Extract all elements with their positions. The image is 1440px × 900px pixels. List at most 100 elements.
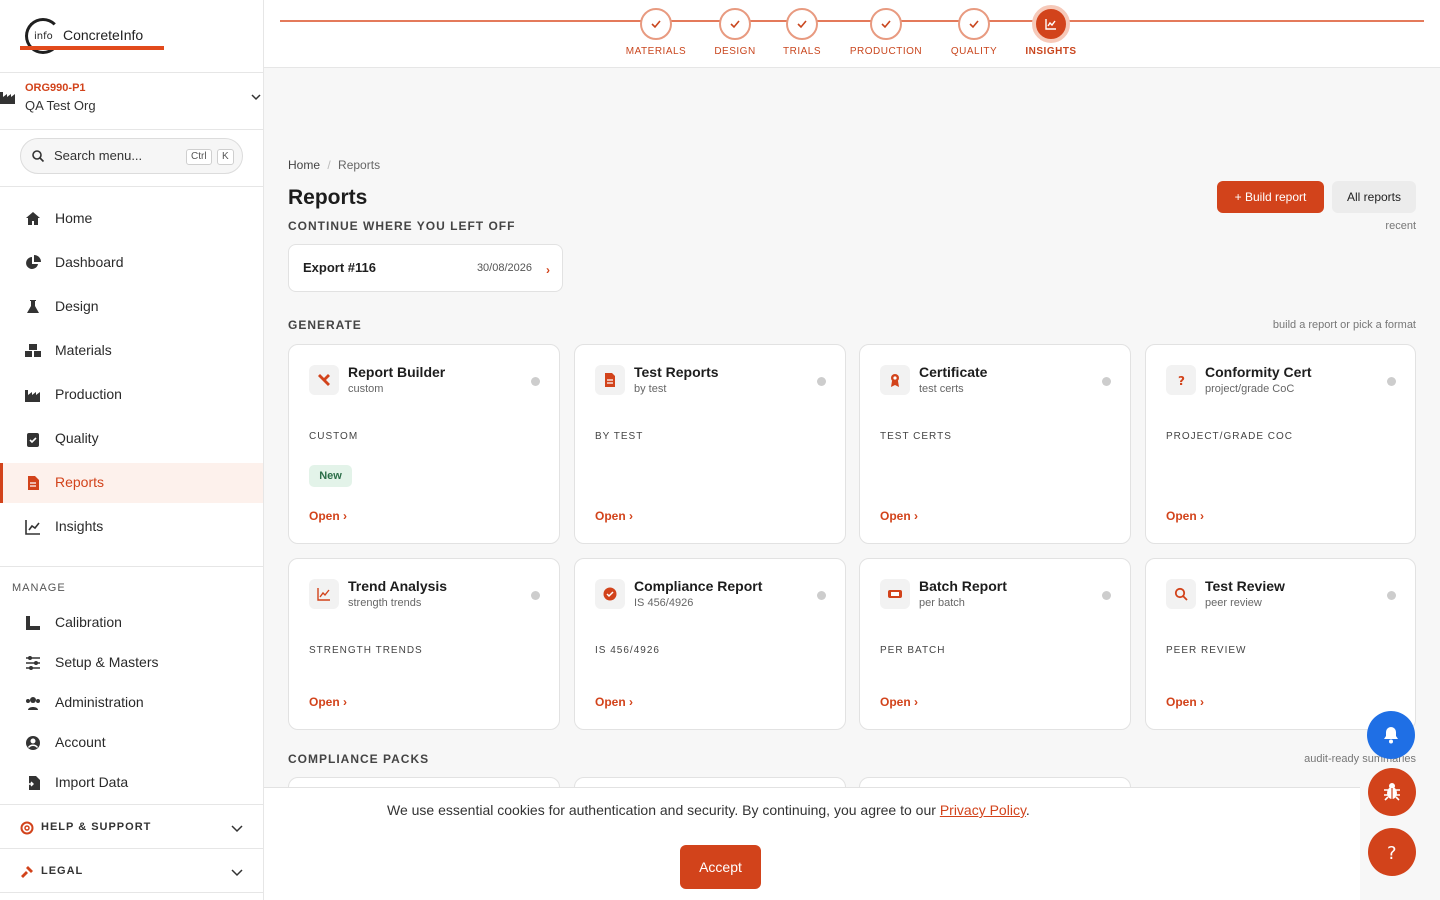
card-title: Compliance Report [634,578,763,594]
card-open-link[interactable]: Open › [880,509,918,523]
bell-icon [1384,727,1398,744]
line-chart-icon [25,520,40,535]
report-card-compliance-report[interactable]: Compliance Report IS 456/4926 IS 456/492… [574,558,846,730]
card-caption: PROJECT/GRADE COC [1166,431,1294,442]
divider [0,186,263,187]
step-materials[interactable]: MATERIALS [616,8,696,64]
sidebar-item-production[interactable]: Production [0,375,263,415]
report-card-batch-report[interactable]: Batch Report per batch PER BATCH Open › [859,558,1131,730]
page-title: Reports [288,186,368,209]
help-button[interactable]: ? [1368,828,1416,876]
user-circle-icon [26,736,40,750]
card-open-link[interactable]: Open › [309,695,347,709]
sidebar: info ConcreteInfo ORG990-P1 QA Test Org … [0,0,264,900]
card-subtitle: project/grade CoC [1205,383,1295,395]
sidebar-item-design[interactable]: Design [0,287,263,327]
sidebar-item-label: Account [55,734,106,750]
cookie-text-end: . [1025,802,1030,818]
sidebar-item-setup-masters[interactable]: Setup & Masters [0,643,263,683]
sidebar-item-label: Import Data [55,774,129,790]
bug-icon [1384,783,1400,801]
card-subtitle: strength trends [348,597,422,609]
card-title: Report Builder [348,364,446,380]
sidebar-item-insights[interactable]: Insights [0,507,263,547]
step-quality[interactable]: QUALITY [934,8,1014,64]
sidebar-item-label: Reports [55,474,105,490]
sidebar-item-administration[interactable]: Administration [0,683,263,723]
generate-section-label: GENERATE [288,318,362,332]
kbd-ctrl: Ctrl [186,149,212,165]
recent-item[interactable]: Export #116 30/08/2026 › [288,244,563,292]
check-icon [881,20,891,29]
step-trials[interactable]: TRIALS [762,8,842,64]
card-subtitle: per batch [919,597,965,609]
chevron-down-icon [231,825,243,833]
home-icon [26,212,40,225]
help-support-toggle[interactable]: HELP & SUPPORT [0,808,263,848]
breadcrumb-home[interactable]: Home [288,158,320,172]
org-switcher[interactable]: ORG990-P1 QA Test Org [0,80,263,120]
sidebar-item-calibration[interactable]: Calibration [0,603,263,643]
report-card-test-review[interactable]: Test Review peer review PEER REVIEW Open… [1145,558,1416,730]
build-report-button[interactable]: + Build report [1217,181,1324,213]
line-chart-icon [1045,19,1056,30]
report-card-trend-analysis[interactable]: Trend Analysis strength trends STRENGTH … [288,558,560,730]
gavel-icon [21,866,33,878]
build-report-label: Build report [1244,190,1307,204]
step-dot [719,8,751,40]
privacy-policy-link[interactable]: Privacy Policy [940,802,1026,818]
award-icon [880,365,910,395]
step-dot [1032,5,1070,43]
report-card-report-builder[interactable]: Report Builder custom CUSTOM New Open › [288,344,560,544]
report-card-certificate[interactable]: Certificate test certs TEST CERTS Open › [859,344,1131,544]
check-icon [730,20,740,29]
step-production[interactable]: PRODUCTION [846,8,926,64]
status-dot [1102,377,1111,386]
sidebar-item-home[interactable]: Home [0,199,263,239]
accept-cookies-button[interactable]: Accept [680,845,761,889]
card-subtitle: test certs [919,383,964,395]
sidebar-item-label: Home [55,210,93,226]
sidebar-item-quality[interactable]: Quality [0,419,263,459]
logo-mark-text: info [34,31,53,42]
status-dot [1387,591,1396,600]
sidebar-item-materials[interactable]: Materials [0,331,263,371]
sidebar-item-import-data[interactable]: Import Data [0,763,263,803]
sidebar-item-label: Materials [55,342,112,358]
sidebar-item-label: Quality [55,430,99,446]
card-open-link[interactable]: Open › [595,695,633,709]
step-label: PRODUCTION [849,46,923,57]
status-dot [817,377,826,386]
report-card-conformity-cert[interactable]: ? Conformity Cert project/grade CoC PROJ… [1145,344,1416,544]
search-menu-input[interactable]: Search menu... Ctrl K [20,138,243,174]
divider [0,72,263,73]
card-open-link[interactable]: Open › [595,509,633,523]
card-open-link[interactable]: Open › [880,695,918,709]
sidebar-item-account[interactable]: Account [0,723,263,763]
card-open-link[interactable]: Open › [1166,509,1204,523]
legal-toggle[interactable]: LEGAL [0,852,263,892]
report-card-test-reports[interactable]: Test Reports by test BY TEST Open › [574,344,846,544]
card-title: Conformity Cert [1205,364,1312,380]
status-dot [1102,591,1111,600]
card-open-link[interactable]: Open › [309,509,347,523]
sidebar-item-reports[interactable]: Reports [0,463,263,503]
card-caption: BY TEST [595,431,644,442]
recent-item-name: Export #116 [303,260,376,275]
new-badge: New [309,465,352,487]
brand-logo[interactable]: info ConcreteInfo [20,18,164,54]
divider [0,848,263,849]
notifications-button[interactable] [1367,711,1415,759]
clipboard-check-icon [27,433,39,447]
report-bug-button[interactable] [1368,768,1416,816]
card-title: Certificate [919,364,988,380]
plus-icon: + [1234,190,1242,204]
status-dot [817,591,826,600]
sidebar-item-dashboard[interactable]: Dashboard [0,243,263,283]
kbd-k: K [217,149,234,165]
step-insights[interactable]: INSIGHTS [1011,5,1091,64]
all-reports-button[interactable]: All reports [1332,181,1416,213]
card-caption: TEST CERTS [880,431,952,442]
card-open-link[interactable]: Open › [1166,695,1204,709]
card-subtitle: by test [634,383,667,395]
